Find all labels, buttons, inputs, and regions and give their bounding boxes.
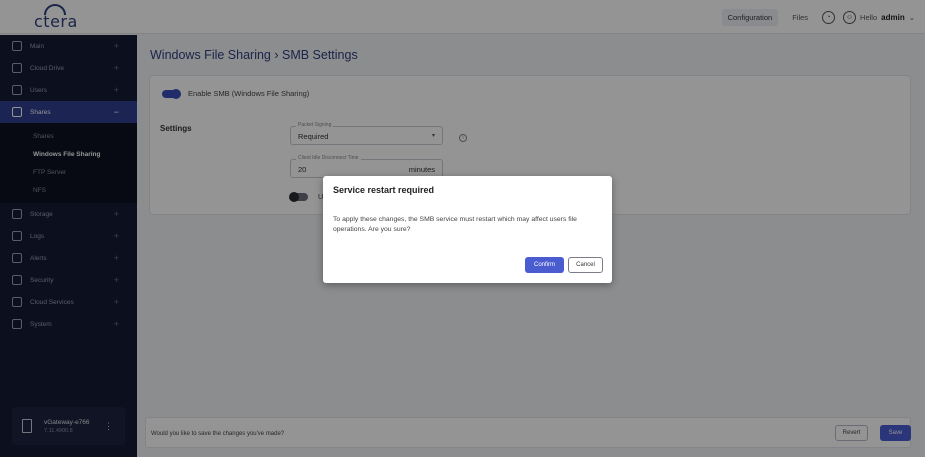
dialog-message: To apply these changes, the SMB service …	[333, 216, 577, 233]
cancel-button[interactable]: Cancel	[568, 257, 603, 273]
confirm-button[interactable]: Confirm	[525, 257, 564, 273]
restart-dialog: Service restart required To apply these …	[323, 176, 612, 283]
dialog-title: Service restart required	[333, 185, 435, 195]
